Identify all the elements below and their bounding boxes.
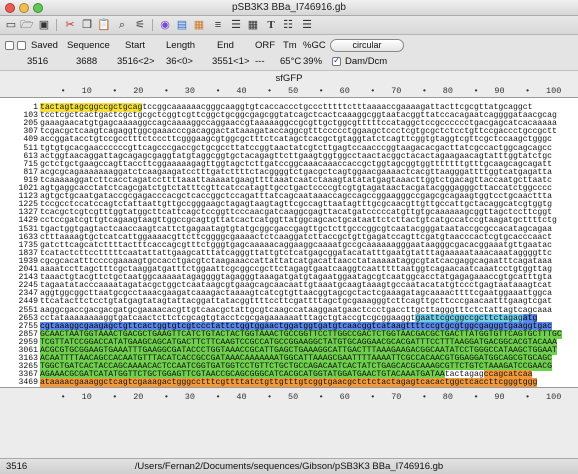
orf-value: --- — [255, 56, 265, 67]
orf-icon[interactable]: ▦ — [192, 18, 206, 32]
align-icon[interactable]: ☷ — [281, 18, 295, 32]
ruler-tick: • — [112, 86, 118, 96]
text-format-icon[interactable]: T — [264, 18, 278, 32]
ruler-tick: • — [421, 392, 427, 402]
ruler-label: 10 — [81, 392, 92, 402]
ruler-tick: • — [370, 86, 376, 96]
ruler-tick: • — [525, 86, 531, 96]
ruler-tick: • — [318, 86, 324, 96]
ruler-tick: • — [215, 86, 221, 96]
toolbar: ▭ 🗁 ▣ ✂ ❐ 📋 ⌕ ⚟ ◉ ▤ ▦ ≡ ☰ ▦ T ☷ ☰ — [0, 16, 578, 35]
start-value: 3516<2> — [117, 56, 155, 67]
ruler-label: 80 — [442, 86, 453, 96]
ruler-label: 60 — [339, 86, 350, 96]
ruler-label: 90 — [494, 86, 505, 96]
ruler-label: 50 — [288, 392, 299, 402]
ruler-tick: • — [215, 392, 221, 402]
find-icon[interactable]: ⌕ — [115, 18, 129, 32]
enzyme-icon[interactable]: ◉ — [158, 18, 172, 32]
new-document-icon[interactable]: ▭ — [4, 18, 18, 32]
info-bar: Saved Sequence Start Length End ORF Tm %… — [0, 35, 578, 71]
dam-dcm-label: Dam/Dcm — [345, 56, 388, 67]
bottom-ruler: • 10 • 20 • 30 • 40 • 50 • 60 • 70 • 80 • 90 • 100 — [0, 392, 578, 404]
ruler-label: 80 — [442, 392, 453, 402]
row-sequence[interactable]: cctttctgcgtttata — [40, 386, 119, 387]
gc-value: 39% — [303, 56, 323, 67]
save-icon[interactable]: ▣ — [37, 18, 51, 32]
dam-dcm-checkbox[interactable] — [332, 55, 341, 66]
toolbar-divider — [56, 19, 57, 31]
list-icon[interactable]: ≡ — [211, 18, 225, 32]
ruler-label: 30 — [184, 392, 195, 402]
ruler-label: 70 — [391, 392, 402, 402]
toolbar-divider — [152, 19, 153, 31]
menu-icon[interactable]: ☰ — [300, 18, 314, 32]
ruler-tick: • — [60, 86, 66, 96]
status-bar: 3516 /Users/Fernan2/Documents/sequences/… — [0, 458, 578, 474]
ruler-label: 90 — [494, 392, 505, 402]
ruler-label: 30 — [184, 86, 195, 96]
ruler-label: 50 — [288, 86, 299, 96]
ruler-label: 100 — [546, 86, 562, 96]
gc-label: %GC — [303, 40, 326, 51]
saved-label: Saved — [31, 40, 58, 51]
ruler-tick: • — [421, 86, 427, 96]
tm-value: 65°C — [280, 56, 302, 67]
orf-label: ORF — [255, 40, 276, 51]
end-value: 3551<1> — [212, 56, 250, 67]
sequence-panel[interactable]: 1 tactagtagcggccgctgcagtccggcaaaaaacgggca… — [0, 97, 578, 388]
ruler-icon[interactable]: ▤ — [175, 18, 189, 32]
ruler-tick: • — [370, 392, 376, 402]
window-title: pSB3K3 BBa_I746916.gb — [232, 2, 346, 13]
ruler-tick: • — [525, 392, 531, 402]
ruler-tick: • — [163, 392, 169, 402]
ruler-label: 70 — [391, 86, 402, 96]
ruler-label: 20 — [133, 392, 144, 402]
ruler-tick: • — [60, 392, 66, 402]
end-label: End — [217, 40, 234, 51]
title-bar: pSB3K3 BBa_I746916.gb — [0, 0, 578, 16]
sequence-label: Sequence — [67, 40, 110, 51]
row-number: 3571 — [0, 386, 38, 388]
ruler-label: 100 — [546, 392, 562, 402]
feature-label: sfGFP — [275, 73, 303, 84]
ruler-tick: • — [112, 392, 118, 402]
left-checkbox-1[interactable] — [5, 41, 14, 50]
length-label: Length — [166, 40, 196, 51]
paste-icon[interactable]: 📋 — [97, 18, 111, 32]
open-folder-icon[interactable]: 🗁 — [20, 18, 34, 32]
topology-button[interactable]: circular — [330, 39, 404, 52]
ruler-tick: • — [318, 392, 324, 402]
file-path: /Users/Fernan2/Documents/sequences/Gibso… — [134, 461, 444, 472]
ruler-tick: • — [267, 392, 273, 402]
tm-label: Tm — [283, 40, 297, 51]
sequence-position-value: 3688 — [76, 56, 98, 67]
scissors-icon[interactable]: ✂ — [63, 18, 77, 32]
ruler-label: 20 — [133, 86, 144, 96]
ruler-label: 40 — [236, 86, 247, 96]
ruler-tick: • — [473, 86, 479, 96]
copy-icon[interactable]: ❐ — [80, 18, 94, 32]
wand-icon[interactable]: ⚟ — [133, 18, 147, 32]
sequence-length-value: 3516 — [27, 56, 49, 67]
ruler-tick: • — [163, 86, 169, 96]
ruler-label: 60 — [339, 392, 350, 402]
saved-checkbox[interactable] — [17, 41, 26, 50]
ruler-label: 10 — [81, 86, 92, 96]
highlighted-feature[interactable]: cctttctgcgtttata — [40, 386, 119, 387]
start-label: Start — [125, 40, 146, 51]
ruler-tick: • — [473, 392, 479, 402]
grid-icon[interactable]: ▦ — [246, 18, 260, 32]
ruler-label: 40 — [236, 392, 247, 402]
lines-icon[interactable]: ☰ — [229, 18, 243, 32]
length-value: 36<0> — [166, 56, 193, 67]
ruler-tick: • — [267, 86, 273, 96]
